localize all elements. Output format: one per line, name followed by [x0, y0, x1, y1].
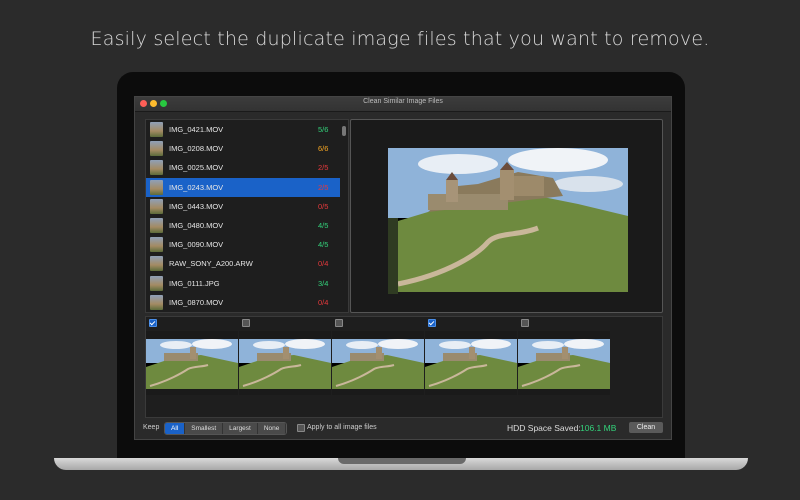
bottom-bar: Keep All Smallest Largest None Apply to all… [135, 419, 671, 439]
file-row[interactable]: IMG_0090.MOV 4/5 [146, 235, 340, 254]
hdd-space-value: 106.1 MB [580, 423, 617, 433]
thumbnail-checkbox[interactable] [521, 319, 529, 327]
thumbnail-cell[interactable] [332, 317, 424, 395]
keep-option-smallest[interactable]: Smallest [185, 423, 224, 434]
thumbnail-checkbox[interactable] [149, 319, 157, 327]
file-count: 6/6 [318, 144, 329, 154]
file-count: 0/4 [318, 297, 329, 307]
file-count: 4/5 [318, 221, 329, 230]
file-row[interactable]: IMG_0443.MOV 0/5 [146, 197, 340, 216]
file-thumbnail [150, 256, 163, 272]
file-list[interactable]: IMG_0421.MOV 5/6 IMG_0208.MOV 6/6 IMG_0025.M… [145, 119, 349, 313]
file-thumbnail [150, 294, 163, 310]
file-count: 0/4 [318, 259, 329, 269]
thumbnail-image [239, 331, 331, 395]
file-name: IMG_0870.MOV [169, 297, 224, 307]
file-count: 0/5 [318, 201, 329, 211]
file-thumbnail [150, 160, 163, 176]
file-name: IMG_0025.MOV [169, 163, 224, 173]
file-thumbnail [150, 237, 163, 253]
keep-option-all[interactable]: All [165, 423, 186, 434]
file-thumbnail [150, 122, 163, 137]
file-row[interactable]: RAW_SONY_A200.ARW 0/4 [146, 254, 340, 273]
file-name: IMG_0243.MOV [169, 182, 224, 192]
keep-option-largest[interactable]: Largest [223, 423, 258, 434]
file-thumbnail [150, 198, 163, 214]
file-row[interactable]: IMG_0480.MOV 4/5 [146, 216, 340, 235]
thumbnail-image [332, 331, 424, 395]
file-thumbnail [150, 141, 163, 157]
thumbnail-cell[interactable] [239, 317, 331, 395]
image-preview [350, 119, 663, 313]
clean-button[interactable]: Clean [629, 422, 663, 433]
file-thumbnail [150, 275, 163, 291]
hdd-space-label: HDD Space Saved: [507, 423, 581, 433]
keep-segmented-control[interactable]: All Smallest Largest None [164, 422, 288, 435]
window-title: Clean Similar Image Files [363, 98, 443, 105]
apply-all-checkbox[interactable] [297, 424, 305, 432]
file-thumbnail [150, 179, 163, 195]
thumbnail-cell[interactable] [146, 317, 238, 395]
thumbnail-cell[interactable] [518, 317, 610, 395]
thumbnail-image [518, 331, 610, 395]
thumbnail-image [146, 331, 238, 395]
file-row[interactable]: IMG_0870.MOV 0/4 [146, 293, 340, 312]
file-name: RAW_SONY_A200.ARW [169, 259, 253, 269]
file-count: 5/6 [318, 125, 329, 134]
thumbnail-checkbox[interactable] [242, 319, 250, 327]
file-row[interactable]: IMG_0025.MOV 2/5 [146, 158, 340, 177]
preview-photo [388, 124, 628, 308]
file-row[interactable]: IMG_0243.MOV 2/5 [146, 177, 340, 197]
file-count: 2/5 [318, 163, 329, 173]
thumbnail-cell[interactable] [425, 317, 517, 395]
file-count: 3/4 [318, 278, 329, 288]
file-name: IMG_0208.MOV [169, 144, 224, 154]
headline: Easily select the duplicate image files … [90, 28, 710, 50]
thumbnail-strip [145, 316, 663, 418]
laptop-notch [338, 458, 466, 464]
file-name: IMG_0090.MOV [169, 240, 224, 250]
apply-all-label: Apply to all image files [307, 424, 377, 431]
file-row[interactable]: IMG_0208.MOV 6/6 [146, 139, 340, 158]
file-name: IMG_0480.MOV [169, 221, 224, 230]
app-window: Clean Similar Image Files IMG_0421.MOV 5/… [134, 96, 672, 440]
thumbnail-checkbox[interactable] [428, 319, 436, 327]
file-name: IMG_0111.JPG [169, 278, 220, 288]
title-bar: Clean Similar Image Files [135, 97, 671, 112]
file-name: IMG_0443.MOV [169, 201, 224, 211]
file-name: IMG_0421.MOV [169, 125, 224, 134]
thumbnail-checkbox[interactable] [335, 319, 343, 327]
thumbnail-image [425, 331, 517, 395]
scrollbar[interactable] [342, 126, 346, 136]
file-count: 4/5 [318, 240, 329, 250]
file-row[interactable]: IMG_0111.JPG 3/4 [146, 274, 340, 293]
file-row[interactable]: IMG_0421.MOV 5/6 [146, 120, 340, 139]
file-thumbnail [150, 218, 163, 233]
file-count: 2/5 [318, 182, 329, 192]
keep-option-none[interactable]: None [257, 423, 287, 434]
keep-label: Keep [143, 424, 160, 431]
